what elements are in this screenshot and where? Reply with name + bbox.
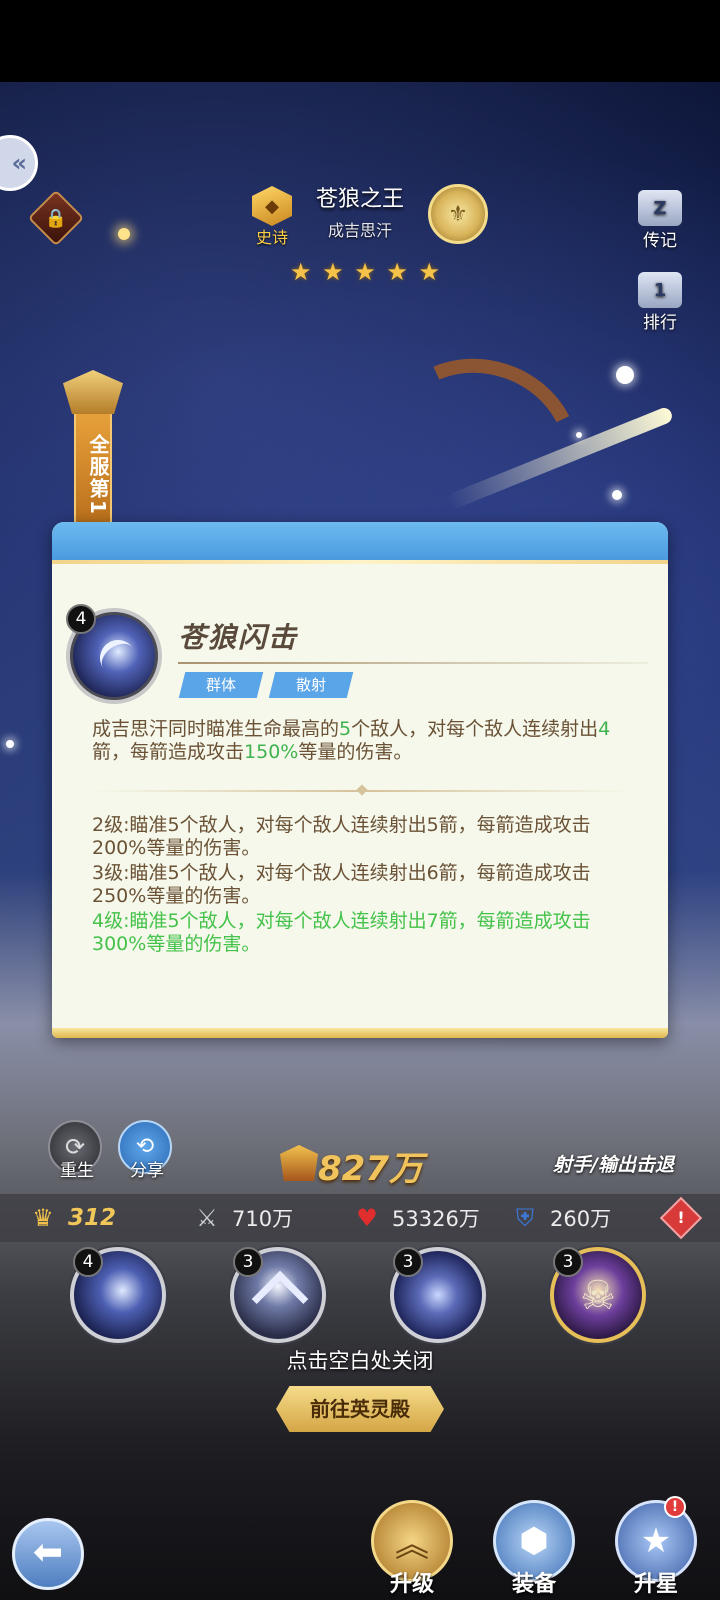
skill-tag: 散射 xyxy=(268,672,354,698)
card-header-band xyxy=(52,522,668,560)
skill-name-underline xyxy=(178,662,648,664)
defense-value: 260万 xyxy=(550,1207,612,1231)
skull-icon: ☠ xyxy=(580,1273,616,1319)
skill-slot-level-badge: 3 xyxy=(393,1247,423,1277)
rarity-label: 史诗 xyxy=(255,228,288,247)
swords-icon: ⚔ xyxy=(196,1204,218,1232)
sky-star xyxy=(118,228,130,240)
star-up-button[interactable]: ★ 升星 ! xyxy=(606,1496,706,1600)
alert-icon: ! xyxy=(677,1208,685,1227)
attack-value: 710万 xyxy=(232,1207,294,1231)
rarity-hex-icon: ◆ xyxy=(252,186,292,226)
slash-icon xyxy=(92,632,144,684)
book-icon: Z xyxy=(638,190,682,226)
rank-crest-icon xyxy=(63,370,123,414)
star-icon: ★ xyxy=(354,258,376,286)
stat-hp: ♥ 53326万 xyxy=(350,1200,480,1236)
skill-level-entry: 2级:瞄准5个敌人，对每个敌人连续射出5箭，每箭造成攻击200%等量的伤害。 xyxy=(92,814,591,859)
share-button[interactable]: ⟲ 分享 xyxy=(118,1120,172,1181)
star-icon: ★ xyxy=(418,258,440,286)
sky-star xyxy=(616,366,634,384)
server-rank-ribbon[interactable]: 全服第1 xyxy=(63,370,123,532)
level-value: 312 xyxy=(68,1205,117,1231)
skill-level-entry-current: 4级:瞄准5个敌人，对每个敌人连续射出7箭，每箭造成攻击300%等量的伤害。 xyxy=(92,910,591,955)
goto-hall-button[interactable]: 前往英灵殿 xyxy=(276,1386,444,1432)
rarity-badge: ◆ 史诗 xyxy=(250,186,294,248)
biography-button[interactable]: Z 传记 xyxy=(630,190,690,251)
card-header-trim xyxy=(52,560,668,564)
sky-star xyxy=(6,740,14,748)
skill-name: 苍狼闪击 xyxy=(178,621,299,654)
notification-badge: ! xyxy=(664,1496,686,1518)
skill-tag: 群体 xyxy=(178,672,264,698)
star-icon: ★ xyxy=(290,258,312,286)
arrowhead-icon xyxy=(251,1270,309,1328)
ranking-button[interactable]: 1 排行 xyxy=(630,272,690,333)
hero-role: 射手/输出击退 xyxy=(553,1154,674,1176)
shield-icon: ⛨ xyxy=(516,1204,534,1232)
combat-power-value: 827万 xyxy=(318,1149,423,1189)
stat-attack: ⚔ 710万 xyxy=(190,1200,293,1236)
skill-slot-level-badge: 4 xyxy=(73,1247,103,1277)
skill-detail-card: 4 苍狼闪击 群体 散射 成吉思汗同时瞄准生命最高的5个敌人，对每个敌人连续射出… xyxy=(52,522,668,1038)
hp-value: 53326万 xyxy=(392,1207,480,1231)
crown-icon: ♛ xyxy=(32,1204,54,1232)
skill-level-badge: 4 xyxy=(66,604,96,634)
skill-level-entry: 3级:瞄准5个敌人，对每个敌人连续射出6箭，每箭造成攻击250%等量的伤害。 xyxy=(92,862,591,907)
close-hint[interactable]: 点击空白处关闭 xyxy=(0,1345,720,1375)
equip-button[interactable]: ⬢ 装备 xyxy=(484,1500,584,1600)
ranking-label: 排行 xyxy=(643,313,677,333)
rebirth-label: 重生 xyxy=(60,1161,94,1181)
rebirth-button[interactable]: ⟳ 重生 xyxy=(48,1120,102,1181)
star-rating: ★ ★ ★ ★ ★ xyxy=(290,258,440,286)
lock-icon: 🔒 xyxy=(44,207,68,229)
hero-name: 成吉思汗 xyxy=(327,221,392,240)
biography-label: 传记 xyxy=(643,231,677,251)
skill-description: 成吉思汗同时瞄准生命最高的5个敌人，对每个敌人连续射出4箭，每箭造成攻击150%… xyxy=(92,718,611,763)
card-bottom-trim xyxy=(52,1028,668,1038)
hero-title: 苍狼之王 xyxy=(315,187,404,212)
back-arrow-icon: ⬅ xyxy=(32,1532,64,1573)
back-button[interactable]: ⬅ xyxy=(12,1518,84,1590)
upgrade-label: 升级 xyxy=(389,1572,434,1597)
equip-label: 装备 xyxy=(511,1572,556,1597)
stat-level: ♛ 312 xyxy=(26,1200,116,1236)
section-divider xyxy=(92,790,632,792)
skill-level-list: 2级:瞄准5个敌人，对每个敌人连续射出5箭，每箭造成攻击200%等量的伤害。 3… xyxy=(92,814,632,958)
status-bar-area xyxy=(0,0,720,82)
faction-emblem-icon[interactable]: ⚜ xyxy=(428,184,488,244)
rank-ribbon-label: 全服第1 xyxy=(74,412,112,532)
skill-slot-level-badge: 3 xyxy=(233,1247,263,1277)
share-label: 分享 xyxy=(130,1161,164,1181)
stat-defense: ⛨ 260万 xyxy=(508,1200,611,1236)
podium-icon: 1 xyxy=(638,272,682,308)
upgrade-button[interactable]: ︽ 升级 xyxy=(362,1500,462,1600)
star-up-label: 升星 xyxy=(633,1572,678,1597)
skill-slot-level-badge: 3 xyxy=(553,1247,583,1277)
heart-icon: ♥ xyxy=(356,1204,378,1232)
star-icon: ★ xyxy=(322,258,344,286)
star-icon: ★ xyxy=(386,258,408,286)
sky-star xyxy=(612,490,622,500)
